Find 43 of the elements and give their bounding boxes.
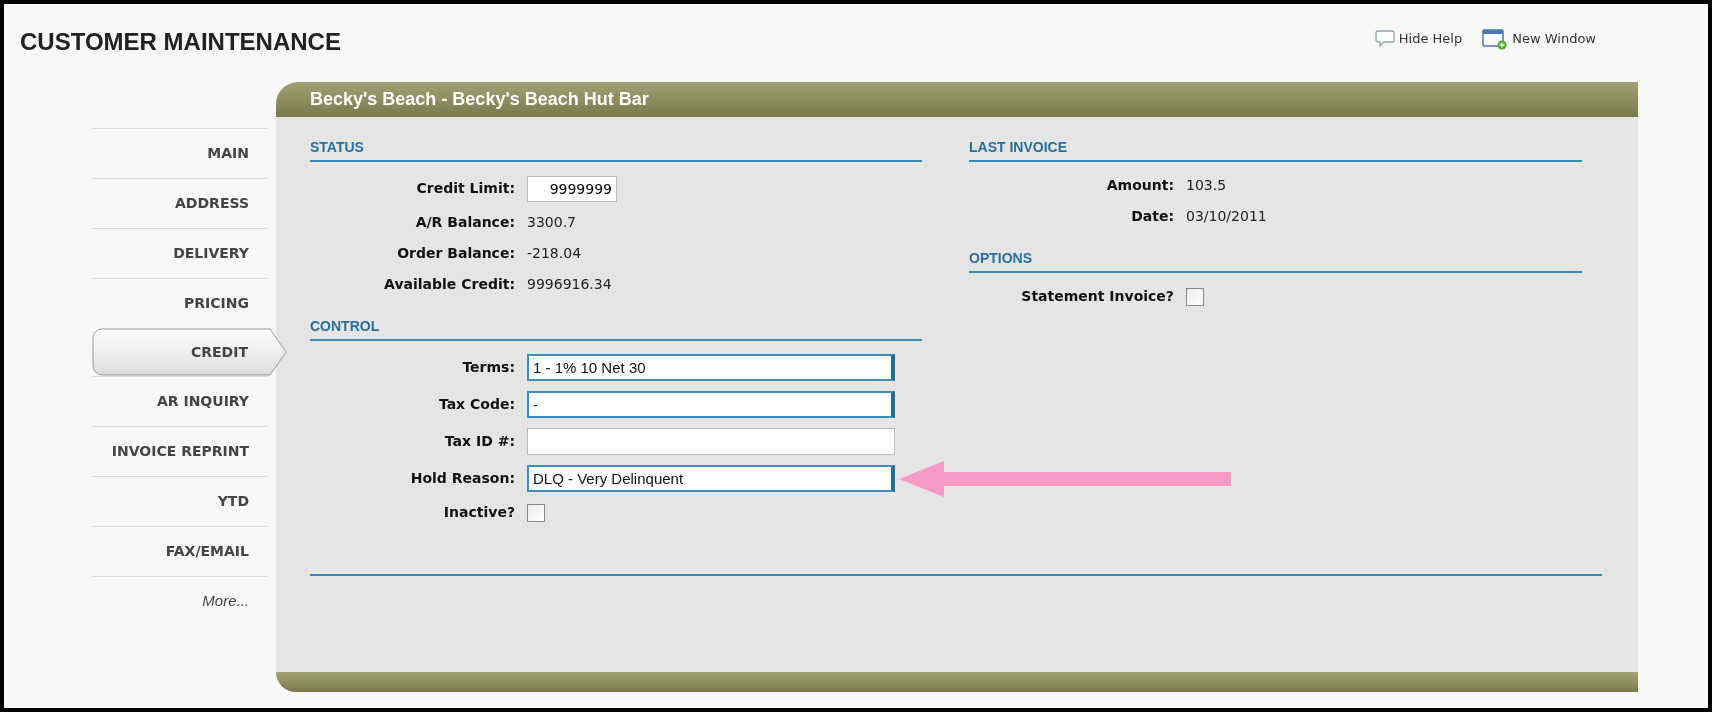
input-field[interactable]: 1 - 1% 10 Net 30: [527, 354, 895, 381]
sidebar-tab[interactable]: INVOICE REPRINT: [92, 426, 267, 476]
checkbox[interactable]: [1186, 287, 1204, 306]
section-heading: OPTIONS: [969, 248, 1582, 273]
new-window-icon: [1482, 28, 1509, 50]
field-label: Tax ID #:: [443, 432, 516, 451]
field-label: Inactive?: [442, 503, 516, 522]
field-label: Available Credit:: [383, 275, 516, 294]
field-label: Statement Invoice?: [1020, 287, 1175, 306]
field-label: Order Balance:: [396, 244, 516, 263]
input-field[interactable]: [527, 428, 895, 455]
sidebar-tab[interactable]: AR INQUIRY: [92, 376, 267, 426]
sidebar-tab[interactable]: DELIVERY: [92, 228, 267, 278]
sidebar-tab[interactable]: FAX/EMAIL: [92, 526, 267, 576]
section-heading: LAST INVOICE: [969, 137, 1582, 162]
field-value: 103.5: [1186, 176, 1227, 195]
sidebar-tab[interactable]: ADDRESS: [92, 178, 267, 228]
field-label: Credit Limit:: [415, 179, 516, 198]
input-field[interactable]: DLQ - Very Delinquent: [527, 465, 895, 492]
section-heading: STATUS: [310, 137, 922, 162]
sidebar-tab[interactable]: MAIN: [92, 128, 267, 178]
field-label: A/R Balance:: [414, 213, 516, 232]
field-value: 9996916.34: [527, 275, 612, 294]
panel-header: Becky's Beach - Becky's Beach Hut Bar: [276, 82, 1638, 117]
sidebar-tab[interactable]: CREDIT: [92, 328, 288, 376]
field-label: Amount:: [1105, 176, 1175, 195]
section-heading: CONTROL: [310, 316, 922, 341]
page-title: CUSTOMER MAINTENANCE: [20, 27, 341, 57]
field-label: Date:: [1130, 207, 1175, 226]
input-field[interactable]: -: [527, 391, 895, 418]
checkbox[interactable]: [527, 503, 545, 522]
field-label: Terms:: [461, 358, 516, 377]
speech-bubble-icon: [1374, 30, 1395, 48]
hide-help-link[interactable]: Hide Help: [1374, 28, 1463, 50]
more-link[interactable]: More...: [92, 576, 267, 626]
sidebar-tab[interactable]: YTD: [92, 476, 267, 526]
credit-limit-field[interactable]: 9999999: [527, 175, 617, 202]
field-label: Tax Code:: [437, 395, 516, 414]
field-value: 03/10/2011: [1186, 207, 1267, 226]
field-label: Hold Reason:: [409, 469, 516, 488]
new-window-link[interactable]: New Window: [1482, 28, 1596, 50]
field-value: 3300.7: [527, 213, 576, 232]
field-value: -218.04: [527, 244, 582, 263]
